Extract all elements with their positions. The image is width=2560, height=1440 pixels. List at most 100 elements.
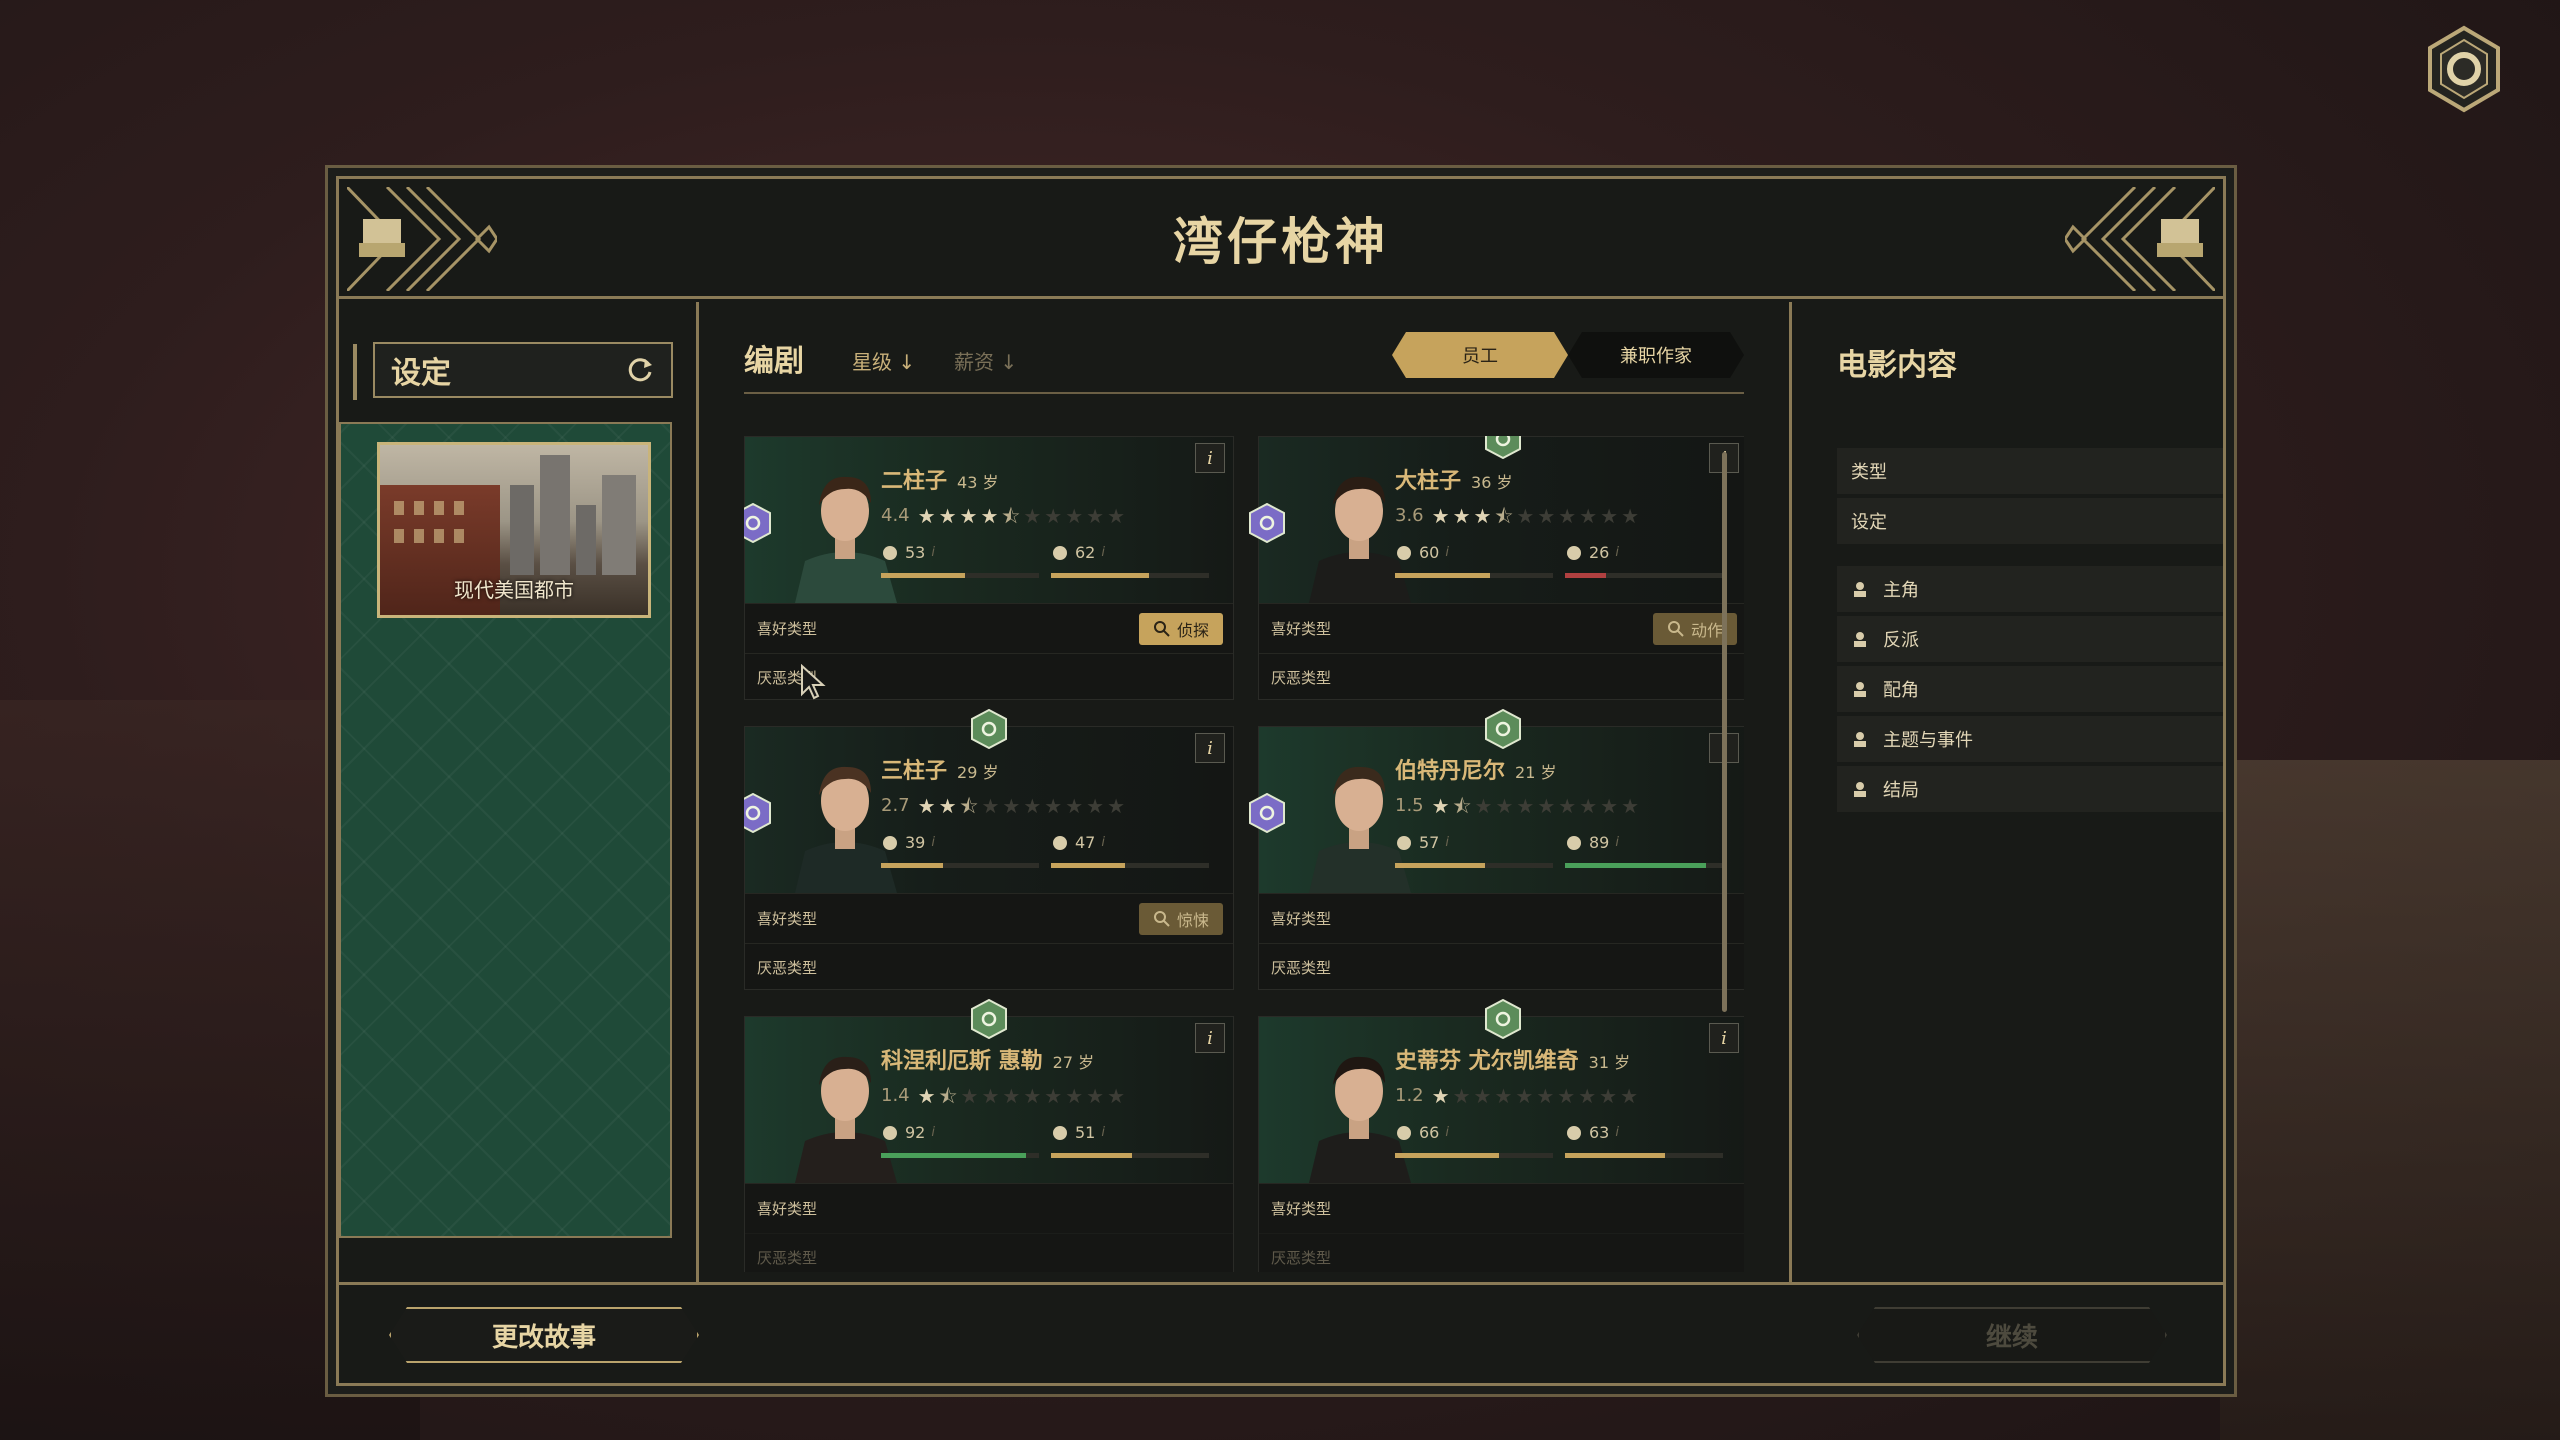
star-icon: ★ bbox=[1578, 1083, 1597, 1108]
stat-bar bbox=[881, 573, 1039, 578]
star-icon: ★ bbox=[1474, 793, 1493, 818]
writer-card[interactable]: i 史蒂芬 尤尔凯维奇 31 岁 1.2 ★ ★ ★ ★ ★ ★ ★ ★ ★ ★ 66 i 63 i 喜好类型 厌恶类… bbox=[1258, 998, 1744, 1272]
movie-content-list: 类型设定主角反派 配角 主题与事件 结局 bbox=[1837, 448, 2223, 816]
movie-content-item[interactable]: 反派 bbox=[1837, 616, 2223, 662]
gear-icon bbox=[2428, 25, 2500, 113]
movie-content-item[interactable]: 类型 bbox=[1837, 448, 2223, 494]
setting-card-city[interactable]: 现代美国都市 bbox=[377, 442, 651, 618]
writer-stat: 63 i bbox=[1565, 1123, 1619, 1142]
rating-stars: ★ ★ ★ ★ ⯪ ★ ★ ★ ★ ★ bbox=[918, 506, 1125, 526]
info-button[interactable]: i bbox=[1195, 733, 1225, 763]
film-title: 湾仔枪神 bbox=[1173, 212, 1389, 271]
skyline-building bbox=[576, 505, 596, 575]
liked-genre-label: 喜好类型 bbox=[1271, 1200, 1332, 1218]
movie-content-item[interactable]: 设定 bbox=[1837, 498, 2223, 544]
stat-bar-fill bbox=[881, 1153, 1027, 1158]
tab-staff[interactable]: 员工 bbox=[1392, 332, 1568, 378]
stat-bar-fill bbox=[1565, 573, 1607, 578]
skill-icon bbox=[1567, 545, 1581, 560]
writer-card[interactable]: i大柱子36 岁3.6★★★⯪★★★★★★60i26i喜好类型动作厌恶类型 bbox=[1249, 436, 1744, 700]
creativity-icon bbox=[883, 1125, 897, 1140]
rank-badge bbox=[971, 998, 1007, 1040]
skill-icon bbox=[1053, 545, 1067, 560]
stat-value: 89 bbox=[1589, 833, 1610, 852]
tab-freelance[interactable]: 兼职作家 bbox=[1568, 332, 1744, 378]
genre-tag[interactable]: 惊悚 bbox=[1138, 903, 1223, 935]
change-story-button[interactable]: 更改故事 bbox=[389, 1307, 699, 1363]
rank-badge bbox=[1485, 708, 1521, 750]
continue-button[interactable]: 继续 bbox=[1857, 1307, 2167, 1363]
star-icon: ★ bbox=[1107, 793, 1126, 818]
sort-by-pay-button[interactable]: 薪资 ↓ bbox=[954, 346, 1017, 375]
typewriter-corner-emblem-right bbox=[2065, 187, 2215, 291]
star-badge-icon bbox=[1485, 998, 1521, 1040]
star-icon: ★ bbox=[1620, 1083, 1639, 1108]
star-icon: ★ bbox=[1086, 503, 1105, 528]
stat-value: 51 bbox=[1075, 1123, 1096, 1142]
writer-name: 三柱子 29 岁 bbox=[881, 753, 998, 785]
star-icon: ★ bbox=[1065, 793, 1084, 818]
writer-name: 史蒂芬 尤尔凯维奇 31 岁 bbox=[1395, 1043, 1630, 1075]
settings-gear-button[interactable] bbox=[2424, 24, 2504, 114]
star-icon: ★ bbox=[1107, 503, 1126, 528]
writer-stat: 62 i bbox=[1051, 543, 1105, 562]
star-icon: ★ bbox=[1065, 1083, 1084, 1108]
window bbox=[454, 529, 464, 543]
movie-content-item-label: 主角 bbox=[1883, 580, 1919, 601]
star-icon: ★ bbox=[938, 793, 957, 818]
writer-name-text: 三柱子 bbox=[881, 759, 948, 784]
genre-tag-label: 动作 bbox=[1690, 621, 1723, 640]
rank-badge bbox=[1485, 436, 1521, 460]
writer-name: 大柱子 36 岁 bbox=[1395, 463, 1512, 495]
movie-content-item-label: 设定 bbox=[1851, 512, 1887, 533]
star-icon: ★ bbox=[1537, 793, 1556, 818]
genre-tag[interactable]: 侦探 bbox=[1138, 613, 1223, 645]
star-icon: ★ bbox=[1431, 1083, 1450, 1108]
rating-stars: ★ ⯪ ★ ★ ★ ★ ★ ★ ★ ★ bbox=[918, 1086, 1125, 1106]
window bbox=[454, 501, 464, 515]
writer-card[interactable]: i 三柱子 29 岁 2.7 ★ ★ ⯪ ★ ★ ★ ★ ★ ★ ★ 39 i 47 i 喜好类型 惊悚 厌恶类型 bbox=[744, 708, 1234, 990]
trait-badge bbox=[744, 502, 771, 544]
info-button[interactable]: i bbox=[1709, 1023, 1739, 1053]
refresh-icon[interactable] bbox=[625, 355, 655, 385]
stat-bar-fill bbox=[1051, 1153, 1132, 1158]
writer-card[interactable]: i 二柱子 43 岁 4.4 ★ ★ ★ ★ ⯪ ★ ★ ★ ★ ★ 53 i 62 i 喜好类型 侦探 厌恶类型 bbox=[744, 436, 1234, 700]
star-icon: ★ bbox=[1044, 1083, 1063, 1108]
info-button[interactable]: i bbox=[1195, 443, 1225, 473]
star-icon: ⯪ bbox=[938, 1083, 958, 1108]
liked-genre-label: 喜好类型 bbox=[757, 1200, 818, 1218]
sort-by-star-button[interactable]: 星级 ↓ bbox=[852, 346, 915, 375]
movie-content-item[interactable]: 结局 bbox=[1837, 766, 2223, 812]
writer-card[interactable]: i 科涅利厄斯 惠勒 27 岁 1.4 ★ ⯪ ★ ★ ★ ★ ★ ★ ★ ★ 92 i 51 i 喜好类型 厌恶类型 bbox=[744, 998, 1234, 1272]
stat-info-icon: i bbox=[931, 835, 935, 850]
star-icon: ★ bbox=[1452, 503, 1471, 528]
gear-icon bbox=[744, 502, 771, 544]
star-icon: ★ bbox=[980, 503, 999, 528]
liked-genre-label: 喜好类型 bbox=[1271, 620, 1332, 638]
card-scrollbar[interactable] bbox=[1722, 452, 1727, 1012]
mask-icon bbox=[744, 792, 771, 834]
writer-stat: 47 i bbox=[1051, 833, 1105, 852]
info-button[interactable]: i bbox=[1195, 1023, 1225, 1053]
movie-content-item[interactable]: 主角 bbox=[1837, 566, 2223, 612]
stat-bar-fill bbox=[1395, 863, 1486, 868]
star-icon: ★ bbox=[1557, 1083, 1576, 1108]
stat-info-icon: i bbox=[931, 545, 935, 560]
window bbox=[394, 529, 404, 543]
creativity-icon bbox=[1397, 1125, 1411, 1140]
liked-genre-row: 喜好类型 bbox=[1259, 1183, 1744, 1233]
stat-info-icon: i bbox=[1101, 1125, 1105, 1140]
writer-rating: 3.6 ★ ★ ★ ⯪ ★ ★ ★ ★ ★ ★ bbox=[1395, 505, 1639, 526]
movie-content-item[interactable]: 主题与事件 bbox=[1837, 716, 2223, 762]
star-icon: ★ bbox=[1023, 1083, 1042, 1108]
writer-stat: 60 i bbox=[1395, 543, 1449, 562]
writer-card[interactable]: i伯特丹尼尔21 岁1.5★⯪★★★★★★★★57i89i喜好类型厌恶类型 bbox=[1249, 708, 1744, 990]
stat-info-icon: i bbox=[931, 1125, 935, 1140]
movie-content-item[interactable]: 配角 bbox=[1837, 666, 2223, 712]
skill-icon bbox=[1053, 1125, 1067, 1140]
trait-badge bbox=[744, 792, 771, 834]
knife-icon bbox=[1153, 911, 1170, 927]
star-icon: ⯪ bbox=[1001, 503, 1021, 528]
setting-column: 设定 现代美国都市 bbox=[339, 302, 699, 1282]
star-icon: ⯪ bbox=[1494, 503, 1514, 528]
